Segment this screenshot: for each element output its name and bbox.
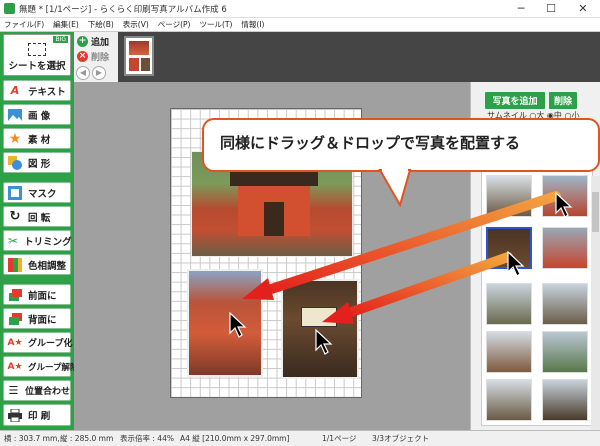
add-page-button[interactable]: + 追加: [77, 35, 109, 48]
status-page: 1/1ページ: [322, 434, 357, 443]
text-icon: A: [10, 84, 20, 97]
menu-view[interactable]: 表示(V): [123, 19, 149, 30]
menu-edit[interactable]: 編集(E): [53, 19, 79, 30]
add-photo-button[interactable]: 写真を追加: [485, 92, 545, 109]
maximize-button[interactable]: ☐: [536, 0, 566, 18]
tool-align[interactable]: ☰ 位置合わせ: [3, 380, 71, 401]
gallery-thumb-selected[interactable]: [486, 227, 532, 269]
status-height: 縦 : 285.0 mm: [60, 434, 114, 443]
x-icon: ×: [77, 51, 88, 62]
tool-ungroup-label: グループ解除: [28, 362, 79, 373]
delete-page-label: 削除: [91, 53, 110, 63]
gallery-thumb[interactable]: [486, 379, 532, 421]
gallery-thumb[interactable]: [542, 227, 588, 269]
printer-icon: [8, 408, 22, 422]
tool-image-label: 画 像: [28, 110, 51, 122]
tool-group-label: グループ化: [28, 339, 73, 349]
tool-rotate[interactable]: ↻ 回 転: [3, 206, 71, 227]
ungroup-icon: A★: [7, 361, 23, 372]
tool-material-label: 素 材: [28, 134, 51, 146]
status-objects: 3/3オブジェクト: [372, 434, 430, 443]
callout-text: 同様にドラッグ＆ドロップで写真を配置する: [220, 134, 521, 152]
page-nav: ◀ ▶: [76, 66, 108, 80]
tool-text[interactable]: A テキスト: [3, 80, 71, 101]
tool-shape[interactable]: 図 形: [3, 152, 71, 173]
title-bar: 無題 * [1/1ページ] - らくらく印刷写真アルバム作成 6 ─ ☐ ✕: [0, 0, 600, 18]
gallery-thumb[interactable]: [542, 175, 588, 217]
menu-file[interactable]: ファイル(F): [4, 19, 44, 30]
page-strip: [118, 32, 600, 82]
tool-mask-label: マスク: [28, 188, 57, 200]
photo-red-tower[interactable]: [187, 269, 263, 377]
tool-print-label: 印 刷: [28, 411, 51, 422]
minimize-button[interactable]: ─: [506, 0, 536, 18]
select-sheet-label: シートを選択: [8, 61, 66, 72]
gallery-thumb[interactable]: [486, 175, 532, 217]
tool-rotate-label: 回 転: [28, 212, 51, 224]
add-page-label: 追加: [91, 38, 110, 48]
mask-icon: [8, 185, 22, 200]
gallery-thumb[interactable]: [542, 283, 588, 325]
delete-page-button[interactable]: × 削除: [77, 50, 109, 63]
photo-shrine-interior[interactable]: [281, 279, 359, 379]
page-thumbnail[interactable]: [124, 36, 154, 76]
status-width: 横 : 303.7 mm,: [4, 434, 60, 443]
tool-align-label: 位置合わせ: [24, 387, 70, 397]
gallery-thumb[interactable]: [542, 331, 588, 373]
menu-info[interactable]: 情報(I): [241, 19, 264, 30]
instruction-callout: 同様にドラッグ＆ドロップで写真を配置する: [202, 118, 600, 172]
tool-group[interactable]: A★ グループ化: [3, 332, 73, 353]
select-sheet-icon: [28, 43, 46, 56]
delete-photo-button[interactable]: 削除: [549, 92, 577, 109]
menu-tools[interactable]: ツール(T): [199, 19, 232, 30]
app-icon: [4, 3, 15, 14]
bring-front-icon: [8, 288, 22, 302]
gallery-thumb[interactable]: [486, 331, 532, 373]
close-button[interactable]: ✕: [566, 0, 600, 18]
menu-background[interactable]: 下絵(B): [88, 19, 114, 30]
align-icon: ☰: [8, 384, 19, 397]
plus-icon: +: [77, 36, 88, 47]
tool-image[interactable]: 画 像: [3, 104, 71, 125]
menu-bar: ファイル(F) 編集(E) 下絵(B) 表示(V) ページ(P) ツール(T) …: [0, 18, 600, 32]
status-paper: A4 縦 [210.0mm x 297.0mm]: [180, 434, 290, 443]
hue-icon: [8, 257, 22, 272]
select-sheet-button[interactable]: BIG シートを選択: [3, 34, 71, 76]
tool-send-back[interactable]: 背面に: [3, 308, 71, 329]
window-title: 無題 * [1/1ページ] - らくらく印刷写真アルバム作成 6: [19, 4, 227, 15]
tool-shape-label: 図 形: [28, 158, 51, 170]
tool-panel: BIG シートを選択 A テキスト 画 像 ★ 素 材 図 形 マスク ↻ 回 …: [0, 32, 79, 430]
group-icon: A★: [7, 337, 23, 348]
photo-gallery: [481, 170, 593, 426]
gallery-scrollbar[interactable]: [591, 176, 600, 430]
tool-material[interactable]: ★ 素 材: [3, 128, 71, 149]
status-zoom: 表示倍率 : 44%: [120, 434, 174, 443]
tool-hue-label: 色相調整: [28, 260, 67, 272]
image-icon: [8, 108, 22, 122]
status-bar: 横 : 303.7 mm, 縦 : 285.0 mm 表示倍率 : 44% A4…: [0, 430, 600, 446]
tool-bring-front-label: 前面に: [28, 290, 57, 302]
version-badge: BIG: [53, 36, 68, 43]
tool-bring-front[interactable]: 前面に: [3, 284, 71, 305]
menu-page[interactable]: ページ(P): [158, 19, 191, 30]
send-back-icon: [8, 312, 22, 326]
tool-send-back-label: 背面に: [28, 314, 57, 326]
rotate-icon: ↻: [9, 209, 21, 224]
star-icon: ★: [8, 130, 22, 147]
shape-icon: [8, 155, 22, 170]
tool-trim-label: トリミング: [24, 236, 72, 248]
tool-text-label: テキスト: [28, 86, 66, 98]
tool-print[interactable]: 印 刷: [3, 404, 71, 426]
tool-ungroup[interactable]: A★ グループ解除: [3, 356, 79, 377]
prev-page-icon[interactable]: ◀: [76, 66, 90, 80]
tool-trim[interactable]: ✂ トリミング: [3, 230, 72, 251]
scissors-icon: ✂: [8, 233, 19, 248]
tool-hue[interactable]: 色相調整: [3, 254, 71, 275]
gallery-thumb[interactable]: [486, 283, 532, 325]
next-page-icon[interactable]: ▶: [92, 66, 106, 80]
tool-mask[interactable]: マスク: [3, 182, 71, 203]
gallery-thumb[interactable]: [542, 379, 588, 421]
